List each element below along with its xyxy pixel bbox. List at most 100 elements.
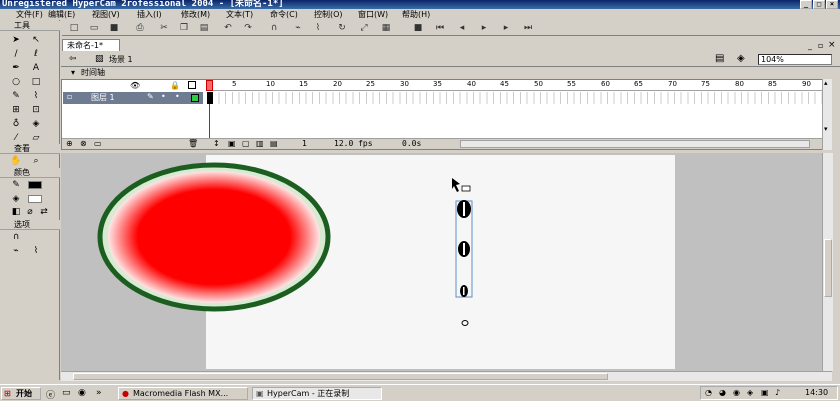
add-layer-icon[interactable]: ⊕ bbox=[66, 139, 73, 148]
outline-icon[interactable] bbox=[188, 81, 196, 89]
timeline-header[interactable]: ▾ 时间轴 bbox=[61, 67, 840, 79]
small-circle[interactable] bbox=[461, 320, 469, 326]
menu-text[interactable]: 文本(T) bbox=[226, 9, 253, 20]
layer-color-swatch[interactable] bbox=[191, 94, 199, 102]
layer-row[interactable]: ▫ 图层 1 ✎ • • bbox=[63, 92, 203, 104]
volume-icon[interactable]: ♪ bbox=[775, 388, 780, 397]
frame-cells[interactable] bbox=[206, 92, 822, 104]
smooth-icon[interactable]: ⌁ bbox=[292, 22, 304, 34]
stroke-color-swatch[interactable] bbox=[28, 181, 42, 189]
fill-transform-tool-icon[interactable]: ⊡ bbox=[28, 104, 44, 117]
menu-edit[interactable]: 编辑(E) bbox=[48, 9, 75, 20]
smooth-option-icon[interactable]: ⌁ bbox=[8, 245, 24, 258]
add-guide-icon[interactable]: ⊗ bbox=[80, 139, 87, 148]
text-tool-icon[interactable]: A bbox=[28, 62, 44, 75]
straighten-option-icon[interactable]: ⌇ bbox=[28, 245, 44, 258]
maximize-button[interactable]: □ bbox=[813, 0, 825, 9]
onion-skin-icon[interactable]: ▣ bbox=[228, 139, 236, 148]
open-folder-icon[interactable]: ▭ bbox=[88, 22, 100, 34]
close-button[interactable]: × bbox=[826, 0, 838, 9]
rectangle-tool-icon[interactable]: □ bbox=[28, 76, 44, 89]
vscroll-thumb[interactable] bbox=[824, 239, 832, 297]
cut-icon[interactable]: ✂ bbox=[158, 22, 170, 34]
menu-file[interactable]: 文件(F) bbox=[16, 9, 43, 20]
onion-markers-icon[interactable]: ▤ bbox=[270, 139, 278, 148]
brush-tool-icon[interactable]: ⌇ bbox=[28, 90, 44, 103]
timeline-vscroll[interactable]: ▴ ▾ bbox=[822, 79, 832, 150]
tray-icon[interactable]: ◔ bbox=[705, 388, 712, 397]
new-file-icon[interactable]: □ bbox=[68, 22, 80, 34]
quicklaunch-more-icon[interactable]: » bbox=[96, 388, 102, 398]
keyframe[interactable] bbox=[207, 92, 213, 104]
menu-view[interactable]: 视图(V) bbox=[92, 9, 120, 20]
timeline-hscroll[interactable] bbox=[460, 140, 810, 148]
quicklaunch-media-icon[interactable]: ◉ bbox=[78, 388, 86, 398]
zoom-select[interactable]: 104% bbox=[758, 54, 832, 65]
zoom-tool-icon[interactable]: ⌕ bbox=[28, 155, 44, 168]
doc-minimize-icon[interactable]: _ bbox=[808, 41, 812, 50]
snap-magnet-icon[interactable]: ∩ bbox=[268, 22, 280, 34]
playhead[interactable] bbox=[206, 80, 213, 91]
menu-help[interactable]: 帮助(H) bbox=[402, 9, 430, 20]
onion-outline-icon[interactable]: ▢ bbox=[242, 139, 250, 148]
tray-icon[interactable]: ◉ bbox=[733, 388, 740, 397]
subselect-tool-icon[interactable]: ↖ bbox=[28, 34, 44, 47]
menu-insert[interactable]: 插入(I) bbox=[137, 9, 162, 20]
print-icon[interactable]: ⎙ bbox=[134, 22, 146, 34]
task-flash[interactable]: ● Macromedia Flash MX... bbox=[118, 387, 248, 400]
lock-icon[interactable]: 🔒 bbox=[170, 81, 180, 90]
step-back-icon[interactable]: ◂ bbox=[456, 22, 468, 34]
stage-hscroll[interactable] bbox=[61, 371, 832, 381]
clock[interactable]: 14:30 bbox=[805, 388, 828, 397]
doc-close-icon[interactable]: × bbox=[828, 40, 836, 50]
rewind-icon[interactable]: ⏮ bbox=[434, 22, 446, 34]
menu-control[interactable]: 控制(O) bbox=[314, 9, 343, 20]
tray-icon[interactable]: ◈ bbox=[747, 388, 753, 397]
tray-icon[interactable]: ◕ bbox=[719, 388, 726, 397]
swap-colors-icon[interactable]: ⇄ bbox=[36, 206, 52, 219]
undo-icon[interactable]: ↶ bbox=[222, 22, 234, 34]
pen-tool-icon[interactable]: ✒ bbox=[8, 62, 24, 75]
menu-modify[interactable]: 修改(M) bbox=[181, 9, 210, 20]
stage-vscroll[interactable] bbox=[822, 153, 833, 371]
scroll-down-icon[interactable]: ▾ bbox=[824, 125, 828, 133]
lasso-tool-icon[interactable]: ℓ bbox=[28, 48, 44, 61]
hscroll-thumb[interactable] bbox=[73, 373, 608, 380]
start-button[interactable]: ⊞ 开始 bbox=[1, 387, 41, 400]
step-forward-icon[interactable]: ▸ bbox=[500, 22, 512, 34]
edit-symbol-icon[interactable]: ◈ bbox=[737, 53, 745, 64]
fast-forward-icon[interactable]: ⏭ bbox=[522, 22, 534, 34]
doc-restore-icon[interactable]: ▫ bbox=[818, 41, 823, 50]
scale-icon[interactable]: ⤢ bbox=[358, 22, 370, 34]
redo-icon[interactable]: ↷ bbox=[242, 22, 254, 34]
oval-tool-icon[interactable]: ○ bbox=[8, 76, 24, 89]
ink-bottle-tool-icon[interactable]: ♁ bbox=[8, 118, 24, 131]
pencil-tool-icon[interactable]: ✎ bbox=[8, 90, 24, 103]
eye-icon[interactable]: 👁 bbox=[130, 81, 140, 90]
collapse-arrow-icon[interactable]: ▾ bbox=[71, 67, 75, 79]
edit-scene-icon[interactable]: ▤ bbox=[715, 53, 724, 64]
scroll-up-icon[interactable]: ▴ bbox=[824, 79, 828, 87]
layer-visible-dot[interactable]: • bbox=[161, 92, 166, 101]
quicklaunch-desktop-icon[interactable]: ▭ bbox=[62, 388, 71, 398]
menu-commands[interactable]: 命令(C) bbox=[270, 9, 298, 20]
center-frame-icon[interactable]: ↕ bbox=[213, 139, 220, 148]
task-hypercam[interactable]: ▣ HyperCam - 正在录制 bbox=[252, 387, 382, 400]
align-icon[interactable]: ▦ bbox=[380, 22, 392, 34]
line-tool-icon[interactable]: / bbox=[8, 48, 24, 61]
save-icon[interactable]: ■ bbox=[108, 22, 120, 34]
quicklaunch-ie-icon[interactable]: ⓔ bbox=[46, 388, 55, 401]
frame-ruler[interactable]: 5 10 15 20 25 30 35 40 45 50 55 60 65 70… bbox=[206, 80, 822, 91]
copy-icon[interactable]: ❐ bbox=[178, 22, 190, 34]
edit-multiple-icon[interactable]: ▥ bbox=[256, 139, 264, 148]
free-transform-tool-icon[interactable]: ⊞ bbox=[8, 104, 24, 117]
tray-icon[interactable]: ▣ bbox=[761, 388, 769, 397]
hand-tool-icon[interactable]: ✋ bbox=[8, 155, 24, 168]
red-circle-fill[interactable] bbox=[108, 171, 320, 303]
back-arrow-icon[interactable]: ⇦ bbox=[69, 54, 77, 64]
snap-magnet-option-icon[interactable]: ∩ bbox=[8, 231, 24, 244]
minimize-button[interactable]: _ bbox=[800, 0, 812, 9]
stroke-color-icon[interactable]: ✎ bbox=[8, 179, 24, 192]
menu-window[interactable]: 窗口(W) bbox=[358, 9, 388, 20]
play-icon[interactable]: ▸ bbox=[478, 22, 490, 34]
